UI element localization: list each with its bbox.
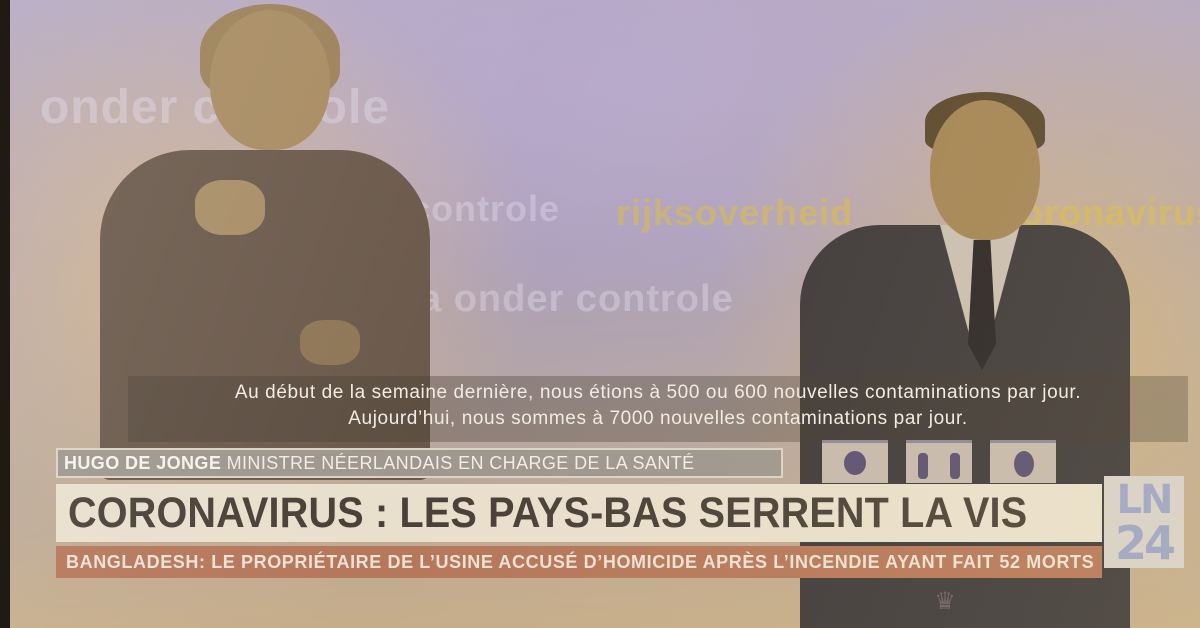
subtitles: Au début de la semaine dernière, nous ét… <box>128 376 1188 442</box>
ticker-text: BANGLADESH: LE PROPRIÉTAIRE DE L’USINE A… <box>66 552 1095 572</box>
social-distance-pictogram-icon <box>906 440 972 483</box>
speaker-role: MINISTRE NÉERLANDAIS EN CHARGE DE LA SAN… <box>226 453 695 473</box>
cough-pictogram-icon <box>990 440 1056 483</box>
speaker-name-bar: HUGO DE JONGE MINISTRE NÉERLANDAIS EN CH… <box>56 448 783 478</box>
headline-banner: CORONAVIRUS : LES PAYS-BAS SERRENT LA VI… <box>56 484 1102 542</box>
subtitle-line-1: Au début de la semaine dernière, nous ét… <box>234 382 1082 403</box>
subtitle-line-2: Aujourd’hui, nous sommes à 7000 nouvelle… <box>348 408 968 429</box>
news-ticker: BANGLADESH: LE PROPRIÉTAIRE DE L’USINE A… <box>56 546 1102 578</box>
logo-bottom-text: 24 <box>1114 516 1176 570</box>
headline-text: CORONAVIRUS : LES PAYS-BAS SERRENT LA VI… <box>68 489 1028 537</box>
government-crest-icon: ♛ <box>934 588 956 615</box>
tv-screen: onder controle controle rijksoverheid co… <box>10 0 1200 628</box>
channel-logo: LN 24 <box>1104 476 1184 568</box>
background-text: a onder controle <box>420 278 734 320</box>
speaker-name: HUGO DE JONGE <box>64 453 222 473</box>
handwashing-pictogram-icon <box>822 440 888 483</box>
